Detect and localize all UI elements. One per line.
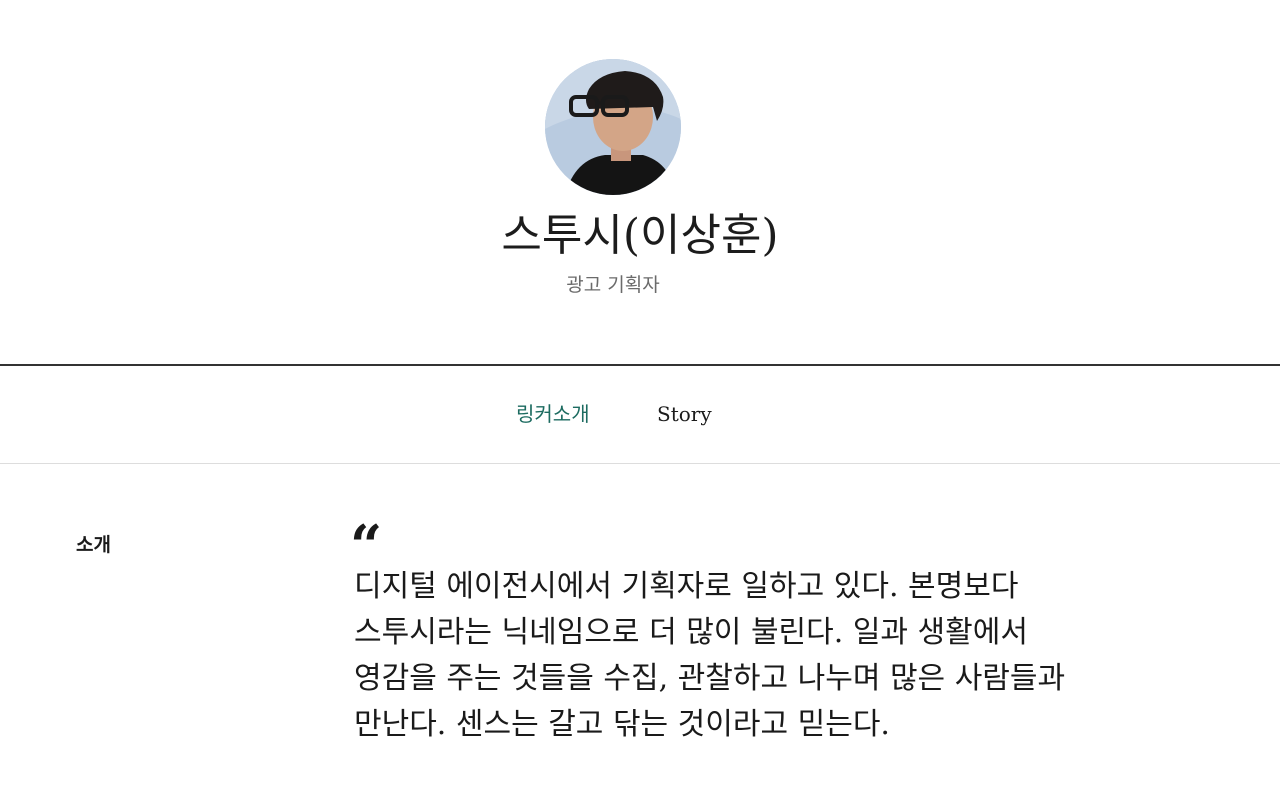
intro-line: 영감을 주는 것들을 수집, 관찰하고 나누며 많은 사람들과 [354,661,1066,696]
tab-bar: 링커소개 Story [0,366,1280,462]
tab-linker-intro[interactable]: 링커소개 [516,400,590,428]
intro-text: 디지털 에이전시에서 기획자로 일하고 있다. 본명보다 스투시라는 닉네임으로… [354,564,1144,748]
intro-line: 스투시라는 닉네임으로 더 많이 불린다. 일과 생활에서 [354,615,1028,650]
profile-role: 광고 기획자 [566,274,660,296]
avatar [545,59,681,195]
intro-line: 디지털 에이전시에서 기획자로 일하고 있다. 본명보다 [354,569,1019,604]
intro-line: 만난다. 센스는 갈고 닦는 것이라고 믿는다. [354,707,890,742]
profile-header: 스투시(이상훈) 광고 기획자 [0,0,1280,364]
tab-story[interactable]: Story [657,400,712,428]
avatar-portrait [545,59,681,195]
profile-name: 스투시(이상훈) [501,210,779,261]
quote-icon: “ [350,513,383,579]
tab-divider [0,463,1280,464]
section-label-intro: 소개 [76,534,111,556]
